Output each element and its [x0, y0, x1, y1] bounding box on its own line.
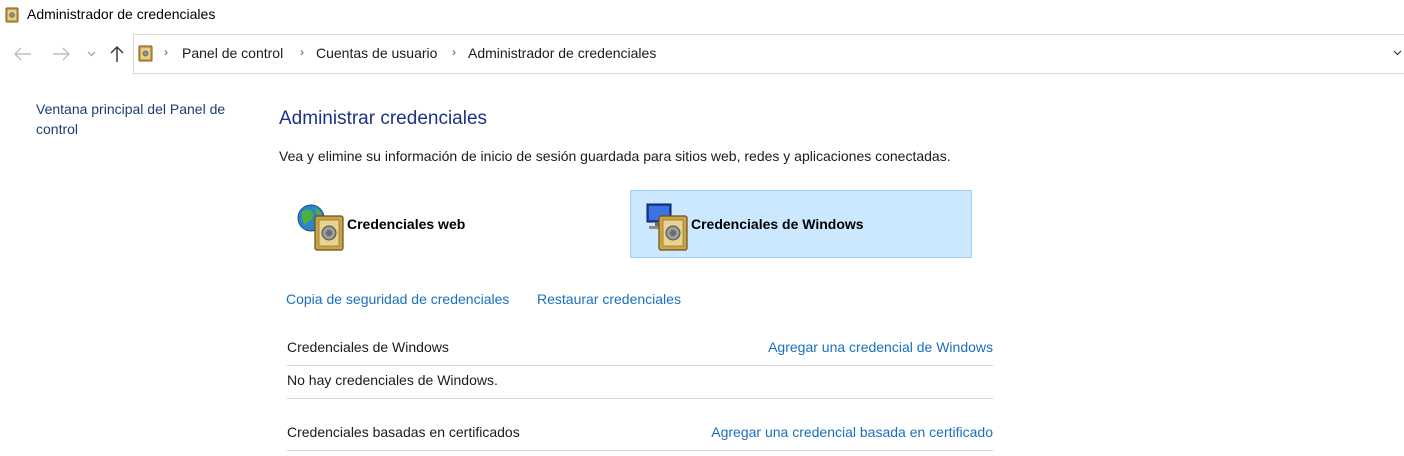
- control-panel-home-link[interactable]: Ventana principal del Panel de control: [36, 99, 246, 139]
- section-title: Credenciales de Windows: [287, 339, 449, 355]
- add-certificate-credential-link[interactable]: Agregar una credencial basada en certifi…: [711, 424, 993, 440]
- web-credentials-tile[interactable]: Credenciales web: [287, 190, 629, 258]
- windows-credentials-tile[interactable]: Credenciales de Windows: [630, 190, 972, 258]
- credential-vault-icon: [138, 45, 153, 62]
- address-dropdown-icon[interactable]: [1393, 47, 1402, 59]
- up-arrow-icon[interactable]: [106, 42, 128, 66]
- globe-vault-icon: [297, 204, 344, 251]
- forward-arrow-icon[interactable]: [50, 42, 72, 66]
- certificate-credentials-section-header: Credenciales basadas en certificados Agr…: [287, 417, 993, 451]
- page-description: Vea y elimine su información de inicio d…: [279, 148, 951, 164]
- page-title: Administrar credenciales: [279, 108, 488, 129]
- breadcrumb-administrador-de-credenciales[interactable]: Administrador de credenciales: [468, 45, 656, 61]
- back-arrow-icon[interactable]: [12, 42, 34, 66]
- web-credentials-label: Credenciales web: [347, 216, 466, 232]
- backup-credentials-link[interactable]: Copia de seguridad de credenciales: [286, 291, 509, 307]
- credential-vault-icon: [5, 7, 19, 23]
- breadcrumb-separator[interactable]: ›: [452, 45, 456, 59]
- navigation-bar: › Panel de control › Cuentas de usuario …: [0, 34, 1404, 74]
- address-bar[interactable]: › Panel de control › Cuentas de usuario …: [133, 34, 1404, 74]
- breadcrumb-panel-de-control[interactable]: Panel de control: [182, 45, 283, 61]
- breadcrumb-separator[interactable]: ›: [300, 45, 304, 59]
- breadcrumb-separator[interactable]: ›: [164, 45, 168, 59]
- chevron-down-icon[interactable]: [84, 42, 98, 66]
- add-windows-credential-link[interactable]: Agregar una credencial de Windows: [768, 339, 993, 355]
- window-title: Administrador de credenciales: [27, 6, 216, 22]
- windows-credentials-label: Credenciales de Windows: [691, 216, 864, 232]
- section-title: Credenciales basadas en certificados: [287, 424, 520, 440]
- title-bar: Administrador de credenciales: [0, 0, 1404, 30]
- windows-credentials-section-header: Credenciales de Windows Agregar una cred…: [287, 332, 993, 366]
- restore-credentials-link[interactable]: Restaurar credenciales: [537, 291, 681, 307]
- empty-state-text: No hay credenciales de Windows.: [287, 372, 498, 388]
- monitor-vault-icon: [646, 203, 688, 251]
- breadcrumb-cuentas-de-usuario[interactable]: Cuentas de usuario: [316, 45, 437, 61]
- windows-credentials-empty-row: No hay credenciales de Windows.: [287, 365, 993, 399]
